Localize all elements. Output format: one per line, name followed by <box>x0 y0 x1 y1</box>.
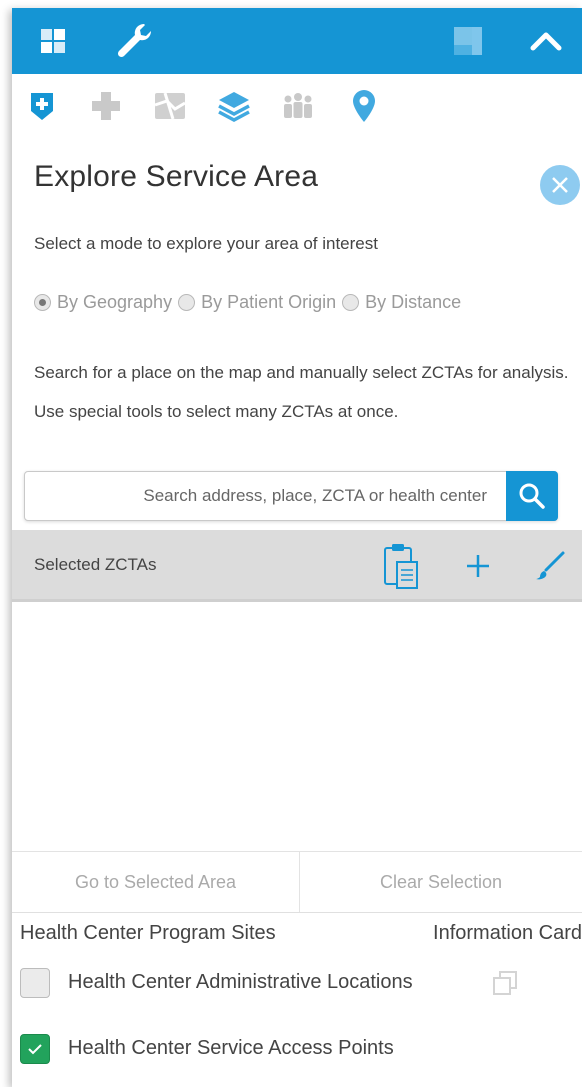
search-button[interactable] <box>506 471 558 521</box>
radio-dot[interactable] <box>34 293 51 311</box>
service-access-points-info-checkbox[interactable] <box>548 1034 578 1064</box>
radio-by-distance[interactable]: By Distance <box>342 292 461 313</box>
top-toolbar <box>12 8 582 74</box>
search-icon <box>519 483 545 509</box>
radio-dot[interactable] <box>178 293 196 311</box>
mode-radio-group: By Geography By Patient Origin By Distan… <box>34 290 467 314</box>
site-label: Health Center Administrative Locations <box>68 971 413 993</box>
go-to-selected-area-button[interactable]: Go to Selected Area <box>12 852 299 912</box>
mode-description: Search for a place on the map and manual… <box>34 363 569 421</box>
layers-icon[interactable] <box>212 74 256 138</box>
radio-dot[interactable] <box>342 293 360 311</box>
clipboard-icon[interactable] <box>376 530 426 602</box>
service-access-points-checkbox[interactable] <box>20 1034 50 1064</box>
panel-title: Explore Service Area <box>34 160 319 193</box>
selection-actions: Go to Selected Area Clear Selection <box>12 851 582 913</box>
brush-icon[interactable] <box>528 530 572 602</box>
explore-panel: Explore Service Area Select a mode to ex… <box>12 8 582 1087</box>
people-icon[interactable] <box>276 74 320 138</box>
tool-row <box>12 74 582 138</box>
site-row-admin-locations: Health Center Administrative Locations <box>20 965 582 1001</box>
location-pin-icon[interactable] <box>342 74 386 138</box>
radio-by-geography[interactable]: By Geography <box>34 292 172 313</box>
sites-header: Health Center Program Sites Information … <box>20 922 582 945</box>
map-icon[interactable] <box>148 74 192 138</box>
information-card-heading: Information Card <box>433 922 582 944</box>
panel-toggle-icon[interactable] <box>448 8 488 74</box>
chevron-up-icon[interactable] <box>524 8 568 74</box>
site-row-service-access-points: Health Center Service Access Points <box>20 1031 582 1067</box>
radio-label: By Geography <box>57 291 173 312</box>
selected-zctas-list <box>12 605 582 849</box>
shield-plus-icon[interactable] <box>20 74 64 138</box>
grid-icon[interactable] <box>34 8 72 74</box>
admin-locations-checkbox[interactable] <box>20 968 50 998</box>
radio-label: By Distance <box>365 291 462 312</box>
radio-by-patient-origin[interactable]: By Patient Origin <box>178 292 336 313</box>
sites-heading: Health Center Program Sites <box>20 922 276 944</box>
search-input[interactable] <box>25 472 505 520</box>
clear-selection-button[interactable]: Clear Selection <box>300 852 582 912</box>
selected-zctas-label: Selected ZCTAs <box>34 555 157 574</box>
admin-locations-info-checkbox[interactable] <box>548 968 578 998</box>
check-icon <box>556 978 570 989</box>
selected-zctas-header: Selected ZCTAs <box>12 530 582 602</box>
add-icon[interactable] <box>456 530 500 602</box>
check-icon <box>28 1044 42 1055</box>
check-icon <box>556 1044 570 1055</box>
mode-prompt: Select a mode to explore your area of in… <box>34 234 378 253</box>
copy-icon[interactable] <box>490 968 520 998</box>
site-label: Health Center Service Access Points <box>68 1037 394 1059</box>
plus-icon[interactable] <box>84 74 128 138</box>
wrench-icon[interactable] <box>110 8 160 74</box>
close-icon[interactable] <box>540 165 580 205</box>
radio-label: By Patient Origin <box>201 291 337 312</box>
search-box <box>24 471 558 521</box>
